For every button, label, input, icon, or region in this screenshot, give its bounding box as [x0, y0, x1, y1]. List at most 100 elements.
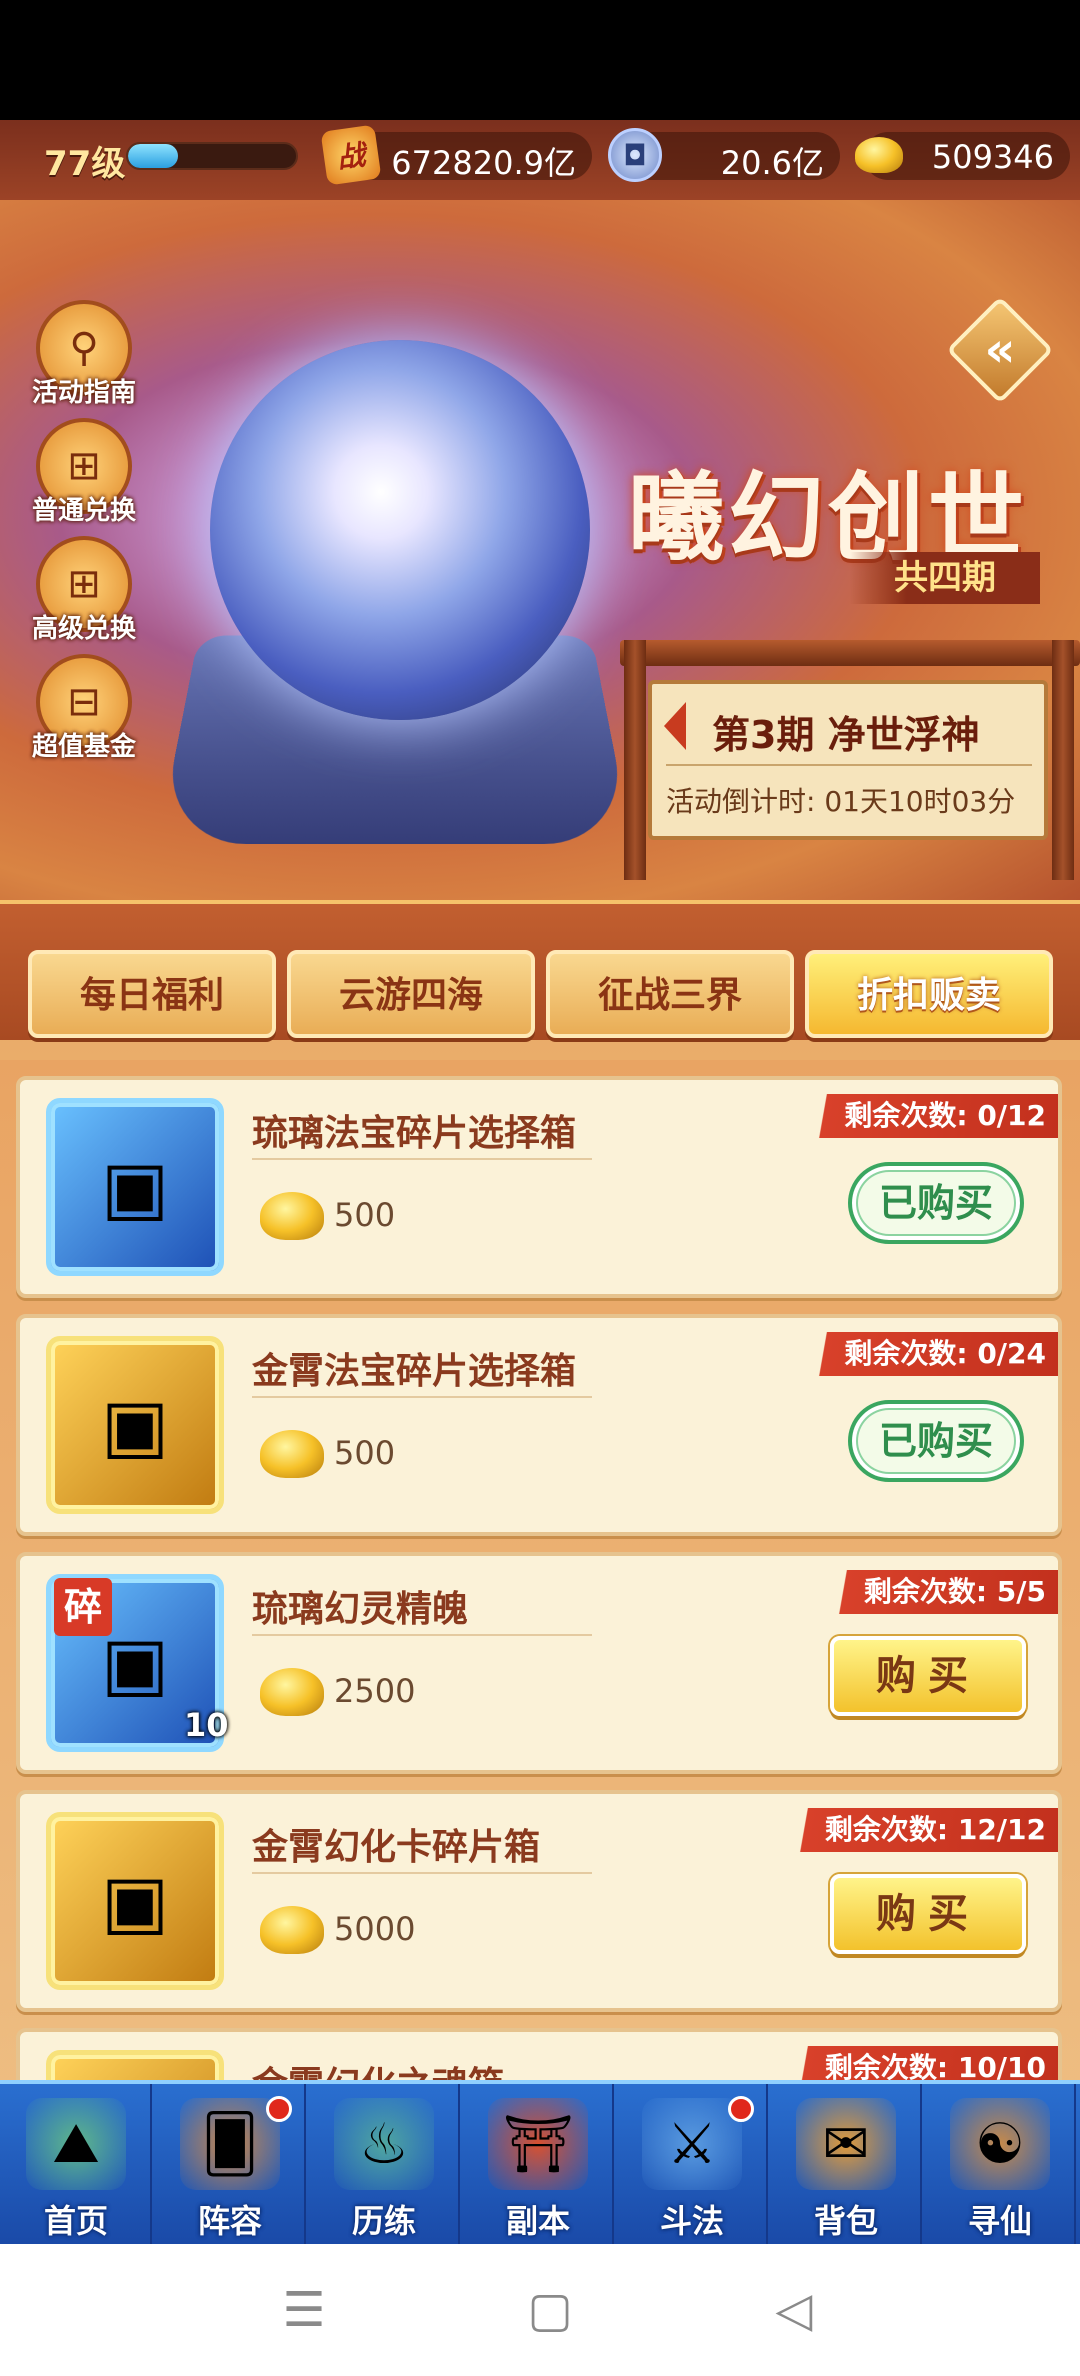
- gate-icon: ⛩: [488, 2098, 588, 2190]
- side-item-label: 活动指南: [14, 372, 154, 409]
- nav-label: 副本: [462, 2196, 614, 2242]
- nav-item-3[interactable]: ⛩ 副本: [462, 2084, 614, 2244]
- shop-list[interactable]: ▣ 琉璃法宝碎片选择箱 500 剩余次数: 0/12 已购买 ▣ 金霄法宝碎片选…: [0, 1060, 1080, 2200]
- divider: [666, 764, 1032, 766]
- treasure-chest-icon[interactable]: ▣: [46, 1812, 224, 1990]
- side-item-label: 超值基金: [14, 726, 154, 763]
- tab-travel[interactable]: 云游四海: [287, 950, 535, 1038]
- scroll-icon: ☯: [950, 2098, 1050, 2190]
- countdown-text: 活动倒计时: 01天10时03分: [666, 780, 1015, 820]
- exp-progress-bar: [126, 142, 298, 170]
- system-nav-bar: ☰ ▢ ◁: [0, 2244, 1080, 2376]
- item-name: 琉璃幻灵精魄: [252, 1580, 468, 1632]
- nav-label: 阵容: [154, 2196, 306, 2242]
- nav-item-6[interactable]: ☯ 寻仙: [924, 2084, 1076, 2244]
- item-price: 2500: [334, 1672, 415, 1710]
- item-price: 500: [334, 1196, 395, 1234]
- bottom-nav: ⛰ 首页 🂠 阵容 ♨ 历练 ⛩ 副本 ⚔ 斗法 ✉ 背包 ☯ 寻仙: [0, 2080, 1080, 2244]
- gold-ingot-icon: [260, 1192, 324, 1240]
- nav-label: 斗法: [616, 2196, 768, 2242]
- event-subtitle: 共四期: [850, 552, 1040, 604]
- home-square-icon[interactable]: ▢: [520, 2280, 580, 2340]
- side-item-guide[interactable]: ⚲ 活动指南: [14, 300, 154, 418]
- nav-label: 背包: [770, 2196, 922, 2242]
- side-item-label: 普通兑换: [14, 490, 154, 527]
- nav-label: 首页: [0, 2196, 152, 2242]
- remaining-count-badge: 剩余次数: 0/24: [800, 1332, 1058, 1376]
- buy-button[interactable]: 购买: [830, 1874, 1026, 1954]
- treasure-chest-icon[interactable]: ▣: [46, 1098, 224, 1276]
- nav-label: 寻仙: [924, 2196, 1076, 2242]
- item-price: 5000: [334, 1910, 415, 1948]
- notification-dot: [728, 2096, 754, 2122]
- notification-dot: [266, 2096, 292, 2122]
- item-name: 金霄幻化卡碎片箱: [252, 1818, 540, 1870]
- crystal-orb-art: [210, 340, 590, 720]
- cards-icon: 🂠: [180, 2098, 280, 2190]
- status-bar: [0, 0, 1080, 120]
- sword-icon: ⚔: [642, 2098, 742, 2190]
- nav-item-1[interactable]: 🂠 阵容: [154, 2084, 306, 2244]
- period-signboard: 第3期 净世浮神 活动倒计时: 01天10时03分: [648, 680, 1048, 840]
- nav-item-5[interactable]: ✉ 背包: [770, 2084, 922, 2244]
- nav-item-2[interactable]: ♨ 历练: [308, 2084, 460, 2244]
- purchased-button[interactable]: 已购买: [848, 1400, 1024, 1482]
- shop-item-card: ▣ 金霄法宝碎片选择箱 500 剩余次数: 0/24 已购买: [16, 1314, 1062, 1536]
- remaining-count-badge: 剩余次数: 5/5: [820, 1570, 1058, 1614]
- gold-ingot-icon: [260, 1430, 324, 1478]
- side-item-label: 高级兑换: [14, 608, 154, 645]
- divider: [252, 1872, 592, 1874]
- gourd-icon: ♨: [334, 2098, 434, 2190]
- nav-item-0[interactable]: ⛰ 首页: [0, 2084, 152, 2244]
- tab-discount-sale[interactable]: 折扣贩卖: [805, 950, 1053, 1038]
- bag-icon: ✉: [796, 2098, 896, 2190]
- shop-item-card: ▣ 金霄幻化卡碎片箱 5000 剩余次数: 12/12 购买: [16, 1790, 1062, 2012]
- coin-value: 20.6亿: [721, 138, 824, 184]
- ingot-value: 509346: [932, 138, 1054, 176]
- prev-period-arrow-icon[interactable]: [664, 702, 686, 750]
- treasure-chest-icon[interactable]: ▣: [46, 1336, 224, 1514]
- signboard-beam: [620, 640, 1080, 666]
- resource-bar: 77级 战 672820.9亿 ◘ 20.6亿 509346: [0, 120, 1080, 200]
- divider: [252, 1396, 592, 1398]
- item-price: 500: [334, 1434, 395, 1472]
- nav-label: 历练: [308, 2196, 460, 2242]
- remaining-count-badge: 剩余次数: 0/12: [800, 1094, 1058, 1138]
- side-item-normal-exchange[interactable]: ⊞ 普通兑换: [14, 418, 154, 536]
- signboard-pole: [1052, 640, 1074, 880]
- shop-item-card: ▣ 碎 10 琉璃幻灵精魄 2500 剩余次数: 5/5 购买: [16, 1552, 1062, 1774]
- gold-ingot-icon: [852, 128, 906, 182]
- buy-button[interactable]: 购买: [830, 1636, 1026, 1716]
- divider: [252, 1158, 592, 1160]
- home-mountain-icon: ⛰: [26, 2098, 126, 2190]
- player-level: 77级: [44, 136, 125, 185]
- tab-conquest[interactable]: 征战三界: [546, 950, 794, 1038]
- purchased-button[interactable]: 已购买: [848, 1162, 1024, 1244]
- side-item-advanced-exchange[interactable]: ⊞ 高级兑换: [14, 536, 154, 654]
- fragment-badge: 碎: [54, 1578, 112, 1636]
- item-name: 琉璃法宝碎片选择箱: [252, 1104, 576, 1156]
- period-title: 第3期 净世浮神: [712, 704, 980, 759]
- coin-display: ◘ 20.6亿: [620, 132, 840, 180]
- gold-ingot-icon: [260, 1668, 324, 1716]
- shop-item-card: ▣ 琉璃法宝碎片选择箱 500 剩余次数: 0/12 已购买: [16, 1076, 1062, 1298]
- power-icon: 战: [321, 125, 382, 186]
- game-screen: 77级 战 672820.9亿 ◘ 20.6亿 509346 ⚲ 活动指南 ⊞ …: [0, 120, 1080, 2244]
- ingot-display: 509346: [864, 132, 1070, 180]
- copper-coin-icon: ◘: [608, 128, 662, 182]
- power-display: 战 672820.9亿: [336, 132, 592, 180]
- gold-ingot-icon: [260, 1906, 324, 1954]
- side-menu: ⚲ 活动指南 ⊞ 普通兑换 ⊞ 高级兑换 ⊟ 超值基金: [0, 300, 150, 770]
- power-value: 672820.9亿: [391, 138, 576, 184]
- back-triangle-icon[interactable]: ◁: [764, 2280, 824, 2340]
- item-count: 10: [184, 1706, 229, 1744]
- tab-daily-welfare[interactable]: 每日福利: [28, 950, 276, 1038]
- back-arrow-icon: «: [962, 312, 1038, 388]
- signboard-pole: [624, 640, 646, 880]
- nav-item-4[interactable]: ⚔ 斗法: [616, 2084, 768, 2244]
- remaining-count-badge: 剩余次数: 12/12: [781, 1808, 1058, 1852]
- event-banner: ⚲ 活动指南 ⊞ 普通兑换 ⊞ 高级兑换 ⊟ 超值基金 « 曦幻创世 共四期 第…: [0, 200, 1080, 900]
- item-name: 金霄法宝碎片选择箱: [252, 1342, 576, 1394]
- menu-icon[interactable]: ☰: [274, 2280, 334, 2340]
- side-item-fund[interactable]: ⊟ 超值基金: [14, 654, 154, 772]
